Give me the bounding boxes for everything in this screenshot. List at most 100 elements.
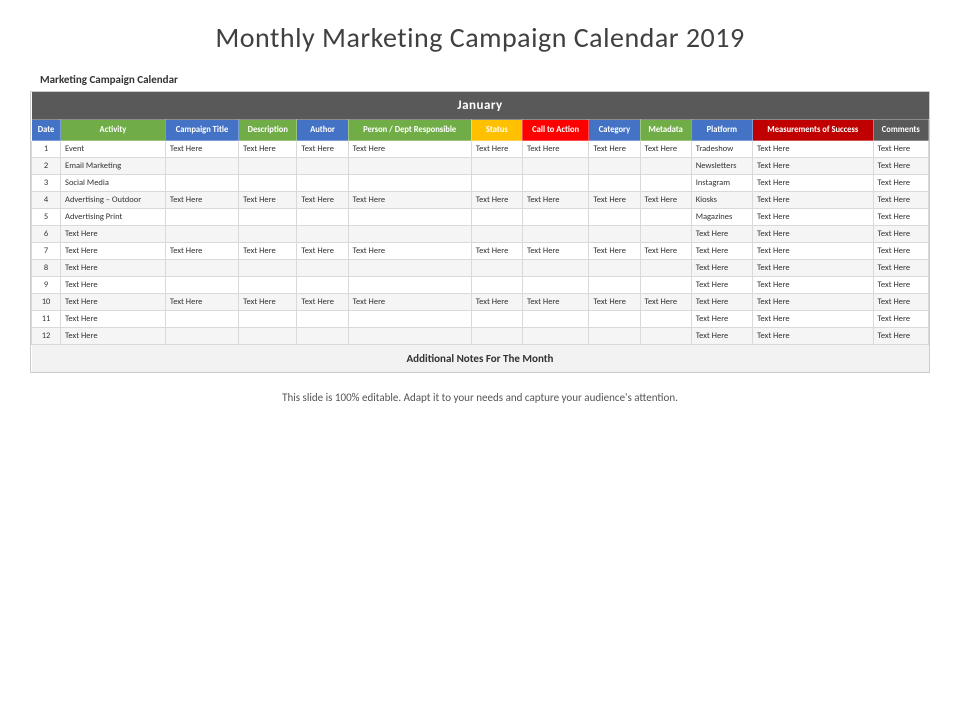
cell-measure: Text Here [753, 328, 874, 345]
cell-author [297, 175, 348, 192]
cell-num: 10 [32, 294, 61, 311]
cell-comments: Text Here [873, 141, 928, 158]
cell-campaign [165, 175, 238, 192]
col-header-category: Category [589, 120, 640, 141]
cell-metadata: Text Here [640, 243, 691, 260]
cell-num: 4 [32, 192, 61, 209]
cell-campaign [165, 209, 238, 226]
cell-category [589, 175, 640, 192]
col-header-campaign: Campaign Title [165, 120, 238, 141]
cell-num: 12 [32, 328, 61, 345]
cell-activity: Text Here [61, 243, 166, 260]
month-header-row: January [32, 92, 929, 120]
cell-status [471, 328, 522, 345]
calendar-table-wrapper: JanuaryDateActivityCampaign TitleDescrip… [30, 91, 930, 373]
cell-activity: Text Here [61, 226, 166, 243]
cell-person [348, 260, 471, 277]
cell-category [589, 226, 640, 243]
cell-author: Text Here [297, 243, 348, 260]
cell-author [297, 209, 348, 226]
cell-category [589, 328, 640, 345]
cell-metadata [640, 226, 691, 243]
cell-measure: Text Here [753, 243, 874, 260]
cell-activity: Event [61, 141, 166, 158]
cell-campaign [165, 328, 238, 345]
table-row: 9Text HereText HereText HereText Here [32, 277, 929, 294]
cell-campaign [165, 277, 238, 294]
cell-activity: Text Here [61, 311, 166, 328]
col-header-desc: Description [239, 120, 297, 141]
cell-metadata [640, 260, 691, 277]
cell-status [471, 175, 522, 192]
cell-activity: Text Here [61, 328, 166, 345]
cell-person: Text Here [348, 192, 471, 209]
page-title: Monthly Marketing Campaign Calendar 2019 [215, 20, 744, 55]
cell-platform: Newsletters [691, 158, 752, 175]
col-header-metadata: Metadata [640, 120, 691, 141]
section-label: Marketing Campaign Calendar [40, 73, 178, 86]
cell-campaign: Text Here [165, 294, 238, 311]
col-header-cta: Call to Action [522, 120, 588, 141]
cell-num: 11 [32, 311, 61, 328]
cell-status: Text Here [471, 294, 522, 311]
cell-status [471, 209, 522, 226]
cell-measure: Text Here [753, 209, 874, 226]
cell-activity: Social Media [61, 175, 166, 192]
cell-desc [239, 209, 297, 226]
cell-activity: Text Here [61, 260, 166, 277]
cell-num: 2 [32, 158, 61, 175]
cell-author: Text Here [297, 294, 348, 311]
cell-measure: Text Here [753, 294, 874, 311]
cell-desc: Text Here [239, 141, 297, 158]
cell-category [589, 277, 640, 294]
cell-person [348, 277, 471, 294]
cell-desc [239, 311, 297, 328]
cell-category: Text Here [589, 141, 640, 158]
cell-platform: Text Here [691, 277, 752, 294]
cell-metadata [640, 158, 691, 175]
cell-metadata [640, 311, 691, 328]
table-row: 7Text HereText HereText HereText HereTex… [32, 243, 929, 260]
cell-person [348, 226, 471, 243]
cell-measure: Text Here [753, 311, 874, 328]
cell-person [348, 311, 471, 328]
cell-desc [239, 175, 297, 192]
cell-desc [239, 260, 297, 277]
cell-campaign [165, 311, 238, 328]
cell-measure: Text Here [753, 226, 874, 243]
cell-person [348, 158, 471, 175]
cell-comments: Text Here [873, 226, 928, 243]
cell-cta [522, 158, 588, 175]
cell-platform: Tradeshow [691, 141, 752, 158]
cell-author [297, 260, 348, 277]
bottom-note: This slide is 100% editable. Adapt it to… [282, 391, 678, 404]
month-header-cell: January [32, 92, 929, 120]
cell-comments: Text Here [873, 243, 928, 260]
cell-measure: Text Here [753, 175, 874, 192]
table-row: 4Advertising – OutdoorText HereText Here… [32, 192, 929, 209]
cell-comments: Text Here [873, 260, 928, 277]
cell-platform: Text Here [691, 260, 752, 277]
cell-num: 7 [32, 243, 61, 260]
cell-measure: Text Here [753, 277, 874, 294]
cell-cta: Text Here [522, 294, 588, 311]
cell-cta [522, 175, 588, 192]
cell-comments: Text Here [873, 277, 928, 294]
cell-author: Text Here [297, 192, 348, 209]
table-row: 12Text HereText HereText HereText Here [32, 328, 929, 345]
cell-comments: Text Here [873, 209, 928, 226]
cell-status [471, 277, 522, 294]
cell-author [297, 226, 348, 243]
cell-metadata [640, 277, 691, 294]
cell-desc [239, 277, 297, 294]
cell-campaign [165, 260, 238, 277]
table-row: 3Social MediaInstagramText HereText Here [32, 175, 929, 192]
cell-status: Text Here [471, 243, 522, 260]
cell-author: Text Here [297, 141, 348, 158]
cell-campaign: Text Here [165, 192, 238, 209]
cell-num: 3 [32, 175, 61, 192]
footer-row: Additional Notes For The Month [32, 345, 929, 373]
cell-desc: Text Here [239, 192, 297, 209]
table-row: 5Advertising PrintMagazinesText HereText… [32, 209, 929, 226]
cell-metadata: Text Here [640, 294, 691, 311]
